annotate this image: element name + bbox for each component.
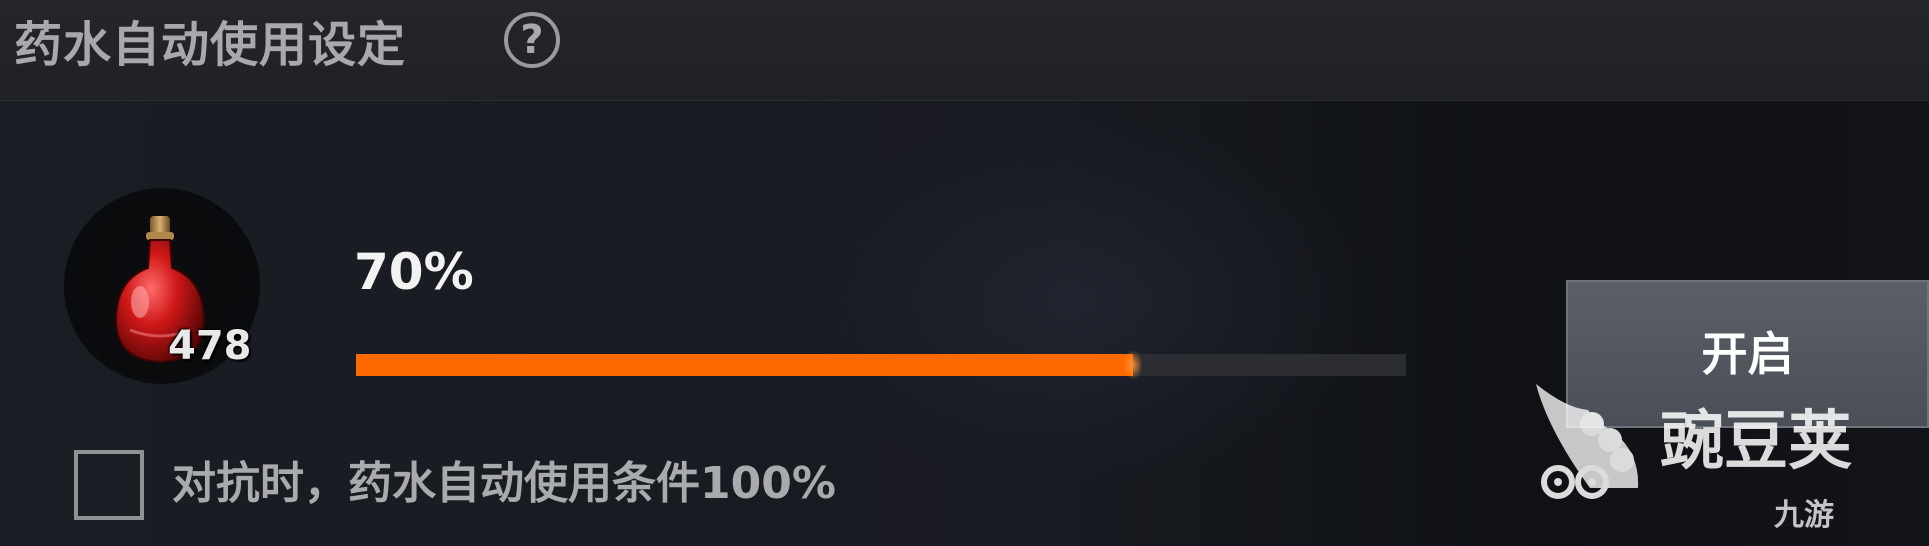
pvp-100-checkbox[interactable] xyxy=(74,450,144,520)
watermark-brand: 豌豆荚 xyxy=(1660,405,1852,479)
threshold-slider[interactable] xyxy=(356,351,1406,379)
panel-title: 药水自动使用设定 xyxy=(14,17,407,73)
threshold-percent-label: 70% xyxy=(354,243,474,301)
question-circle-icon[interactable]: ? xyxy=(504,12,560,68)
pvp-100-checkbox-label: 对抗时，药水自动使用条件100% xyxy=(172,458,836,509)
potion-count: 478 xyxy=(168,323,252,369)
wandoujia-logo xyxy=(1536,384,1639,499)
watermark-sub: 九游 xyxy=(1774,498,1834,533)
threshold-slider-fill xyxy=(356,354,1133,376)
potion-auto-use-panel: 药水自动使用设定 ? 478 70% 开启 对抗时，药水自动使用条件100% 豌… xyxy=(0,0,1929,546)
threshold-slider-handle[interactable] xyxy=(1124,351,1142,379)
panel-header: 药水自动使用设定 ? xyxy=(0,0,1929,101)
